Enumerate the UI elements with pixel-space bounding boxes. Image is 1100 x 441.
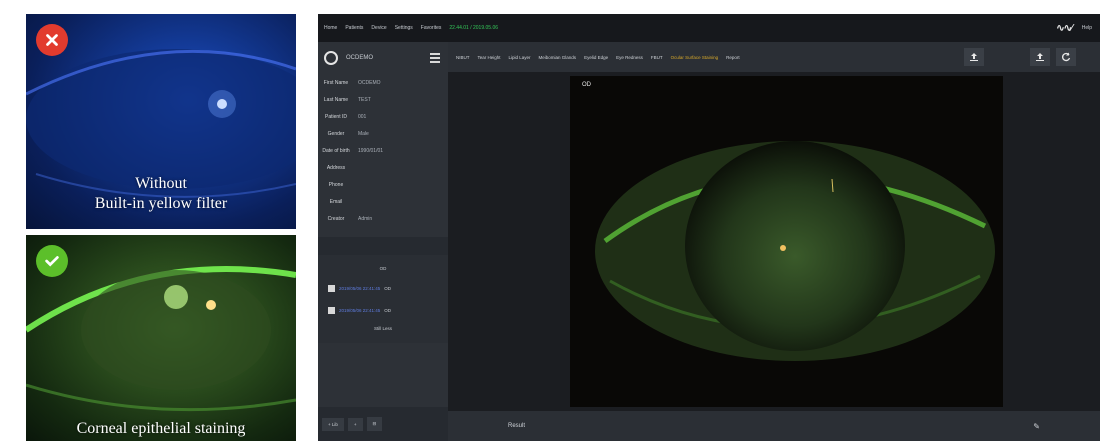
sidebar-bottom-toolbar: + Lib + ⊟: [318, 407, 448, 441]
caption-without: Without Built-in yellow filter: [94, 175, 228, 212]
patient-sidebar: OCDEMO First Name OCDEMO Last Name TEST Pa…: [318, 42, 448, 441]
tab-eyelid-edge[interactable]: Eyelid Edge: [584, 55, 608, 60]
tab-lipid-layer[interactable]: Lipid Layer: [509, 55, 531, 60]
stained-eye-image: [570, 76, 1003, 407]
divider: [318, 237, 448, 255]
nav-favorites[interactable]: Favorites: [421, 25, 442, 31]
user-name: OCDEMO: [346, 55, 373, 61]
nav-device[interactable]: Device: [371, 25, 386, 31]
edit-icon[interactable]: ✎: [1033, 422, 1040, 431]
nav-patients[interactable]: Patients: [345, 25, 363, 31]
view-more-toggle[interactable]: Still Less: [328, 321, 438, 337]
export-icon[interactable]: [1030, 48, 1050, 66]
tab-meibomian-glands[interactable]: Meibomian Glands: [539, 55, 577, 60]
tab-fbut[interactable]: FBUT: [651, 55, 663, 60]
top-nav-bar: Home Patients Device Settings Favorites …: [318, 14, 1100, 42]
image-viewer[interactable]: OD: [570, 76, 1003, 407]
visit-list: OD 2019/05/06 22:41:45 OD 2019/05/06 22:…: [318, 255, 448, 343]
add-lib-button[interactable]: + Lib: [322, 417, 344, 431]
field-email[interactable]: Email: [318, 193, 448, 210]
tab-eye-redness[interactable]: Eye Redness: [616, 55, 643, 60]
eye-label: OD: [582, 82, 591, 88]
field-last-name: Last Name TEST: [323, 96, 371, 103]
visit-item[interactable]: 2019/05/06 22:41:45 OD: [328, 299, 438, 321]
visit-checkbox[interactable]: [328, 306, 335, 314]
brand-logo-icon: ∿∿∕: [1056, 22, 1072, 34]
tab-ocular-surface-staining[interactable]: Ocular Surface Staining: [671, 55, 719, 60]
exam-tabs: NIBUT Tear Height Lipid Layer Meibomian …: [448, 42, 1100, 72]
photo-with-filter: Corneal epithelial staining: [26, 235, 296, 441]
field-address[interactable]: Address: [318, 159, 448, 176]
photo-without-filter: Without Built-in yellow filter: [26, 14, 296, 229]
result-bar: Result ✎: [448, 411, 1100, 441]
field-first-name: First Name OCDEMO: [323, 79, 381, 86]
comparison-panel: Without Built-in yellow filter Corneal e…: [26, 14, 296, 441]
main-content: NIBUT Tear Height Lipid Layer Meibomian …: [448, 42, 1100, 441]
visit-group-header[interactable]: OD: [328, 261, 438, 277]
field-gender[interactable]: Gender Male: [318, 125, 448, 142]
field-creator: Creator Admin: [327, 215, 373, 222]
nav-help[interactable]: Help: [1082, 25, 1092, 31]
app-window: Home Patients Device Settings Favorites …: [318, 14, 1100, 441]
avatar-icon[interactable]: [324, 51, 338, 65]
upload-icon[interactable]: [964, 48, 984, 66]
user-row: OCDEMO: [318, 42, 448, 74]
top-right-controls: ∿∿∕ Help: [1056, 23, 1100, 34]
field-dob[interactable]: Date of birth 1990/01/01: [318, 142, 448, 159]
add-button[interactable]: +: [347, 417, 363, 431]
field-phone[interactable]: Phone: [318, 176, 448, 193]
refresh-icon[interactable]: [1056, 48, 1076, 66]
delete-button[interactable]: ⊟: [366, 417, 383, 431]
nav-home[interactable]: Home: [324, 25, 337, 31]
visit-checkbox[interactable]: [328, 284, 335, 292]
tab-tear-height[interactable]: Tear Height: [478, 55, 501, 60]
approve-badge-icon: [36, 245, 68, 277]
menu-icon[interactable]: [430, 51, 440, 65]
field-patient-id: Patient ID 001: [325, 113, 367, 120]
caption-staining: Corneal epithelial staining: [76, 420, 246, 437]
status-text: 22.44.01 / 2019.05.06: [449, 25, 499, 31]
tab-nibut[interactable]: NIBUT: [456, 55, 470, 60]
tab-report[interactable]: Report: [726, 55, 740, 60]
result-label: Result: [508, 423, 526, 429]
nav-settings[interactable]: Settings: [395, 25, 413, 31]
visit-item[interactable]: 2019/05/06 22:41:45 OD: [328, 277, 438, 299]
reject-badge-icon: [36, 24, 68, 56]
